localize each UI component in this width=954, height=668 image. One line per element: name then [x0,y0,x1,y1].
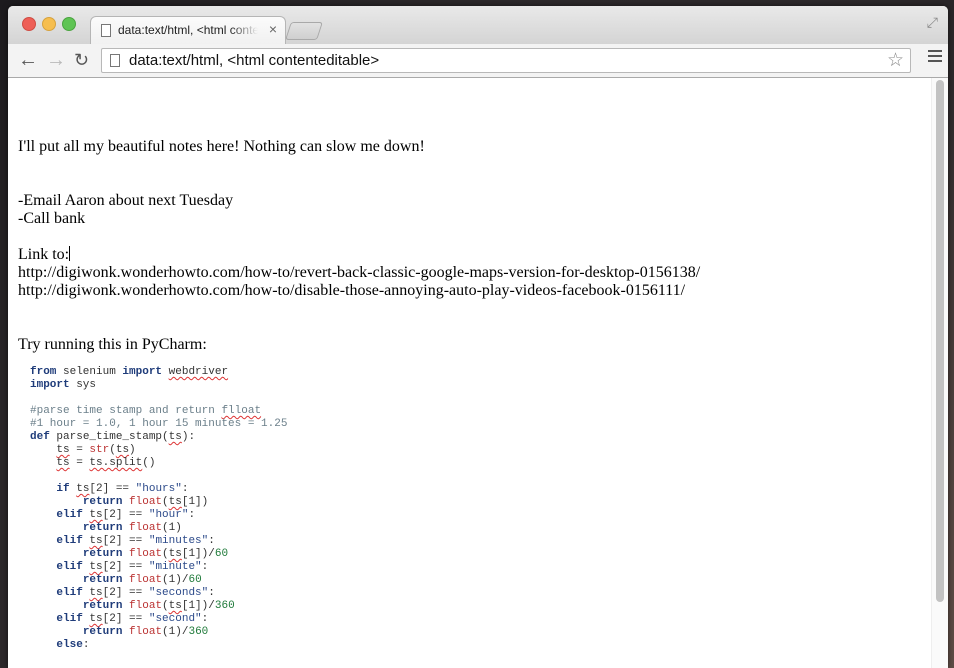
note-intro[interactable]: I'll put all my beautiful notes here! No… [18,138,923,156]
code-block[interactable]: from selenium import webdriver import sy… [30,366,923,652]
note-link-1[interactable]: http://digiwonk.wonderhowto.com/how-to/r… [18,264,923,282]
note-todo-1[interactable]: -Email Aaron about next Tuesday [18,192,923,210]
scrollbar-thumb[interactable] [936,80,944,602]
code-line: ts = str(ts) [56,444,136,456]
document-icon [101,24,111,37]
code-line: elif ts[2] == "minute": [56,561,209,573]
code-line: return float(ts[1])/360 [82,600,235,612]
reload-icon[interactable]: ↻ [74,49,89,71]
code-line: elif ts[2] == "seconds": [56,587,215,599]
code-line: #1 hour = 1.0, 1 hour 15 minutes = 1.25 [30,418,288,430]
tab-title: data:text/html, <html contenteditable> [118,23,258,37]
zoom-window-button[interactable] [62,17,76,31]
code-line: elif ts[2] == "minutes": [56,535,215,547]
code-line: elif ts[2] == "hour": [56,509,196,521]
url-text[interactable]: data:text/html, <html contenteditable> [129,52,379,69]
code-line: #parse time stamp and return flloat [30,405,262,417]
code-line: return float(1)/360 [82,626,209,638]
code-line: from selenium import webdriver [30,366,229,378]
code-line: elif ts[2] == "second": [56,613,209,625]
code-line: return float(ts[1]) [82,496,209,508]
close-window-button[interactable] [22,17,36,31]
back-icon[interactable]: ← [18,49,38,71]
code-line: def parse_time_stamp(ts): [30,431,196,443]
vertical-scrollbar[interactable] [931,78,948,668]
link-label: Link to: [18,246,70,263]
tab-close-icon[interactable]: × [269,21,277,37]
new-tab-button[interactable] [285,22,323,40]
fullscreen-icon[interactable]: ⤢ [927,14,938,31]
code-line: else: [56,639,90,651]
code-line: return float(1) [82,522,182,534]
code-line: import sys [30,379,97,391]
address-bar[interactable]: data:text/html, <html contenteditable> ☆ [101,48,911,73]
text-caret [69,246,71,261]
menu-icon[interactable] [928,50,942,65]
note-pycharm[interactable]: Try running this in PyCharm: [18,336,923,354]
editable-document[interactable]: I'll put all my beautiful notes here! No… [18,78,923,668]
code-line: return float(1)/60 [82,574,202,586]
star-icon[interactable]: ☆ [887,49,904,72]
minimize-window-button[interactable] [42,17,56,31]
note-link-2[interactable]: http://digiwonk.wonderhowto.com/how-to/d… [18,282,923,300]
note-todo-2[interactable]: -Call bank [18,210,923,228]
code-line: if ts[2] == "hours": [56,483,189,495]
link-label-line[interactable]: Link to: [18,246,923,264]
browser-toolbar: ← → ↻ data:text/html, <html contentedita… [8,44,948,78]
browser-window: data:text/html, <html contenteditable> ×… [8,6,948,668]
document-icon [110,54,120,67]
title-bar: data:text/html, <html contenteditable> ×… [8,6,948,44]
code-line: return float(ts[1])/60 [82,548,229,560]
active-tab[interactable]: data:text/html, <html contenteditable> × [90,16,286,44]
page-viewport: I'll put all my beautiful notes here! No… [8,78,948,668]
forward-icon[interactable]: → [46,49,66,71]
code-line: ts = ts.split() [56,457,156,469]
